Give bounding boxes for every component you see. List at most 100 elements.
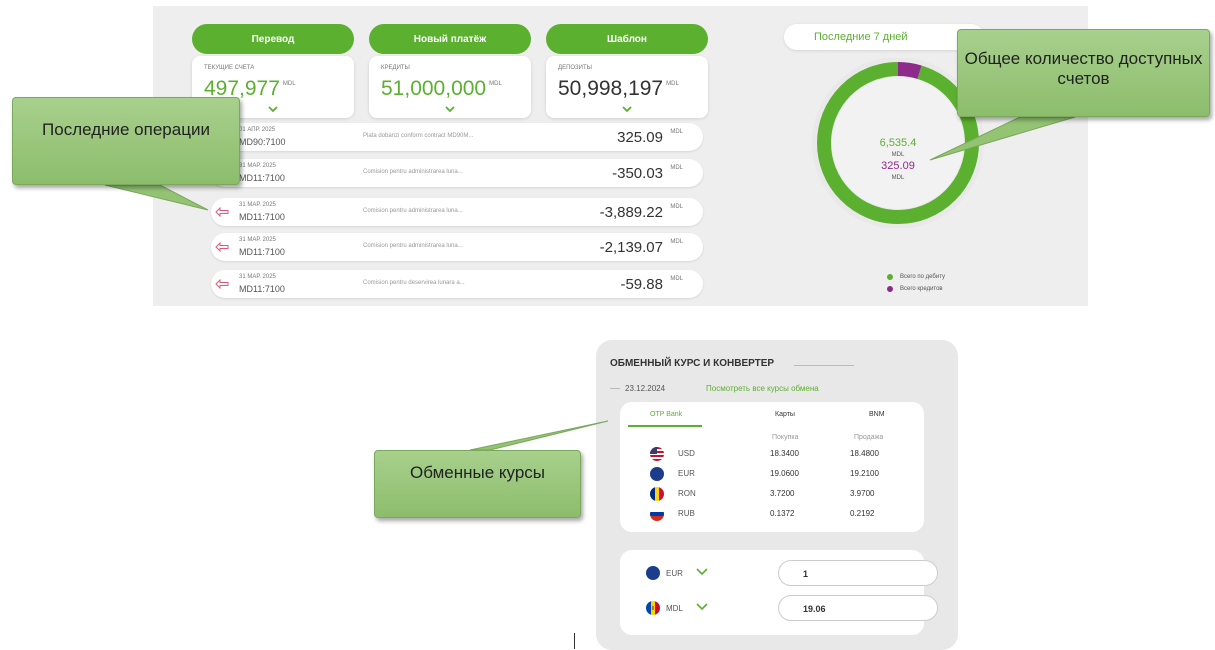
sell-rate: 18.4800 [850, 449, 879, 458]
all-rates-link[interactable]: Посмотреть все курсы обмена [706, 384, 819, 393]
converter-row: MDL 19.06 [620, 595, 938, 621]
operation-description: Comision pentru administrarea luna... [363, 243, 463, 249]
loans-card[interactable]: КРЕДИТЫ 51,000,000 MDL [369, 56, 531, 118]
callout-accounts-total: Общее количество доступных счетов [957, 29, 1210, 117]
rate-row: USD 18.3400 18.4800 [620, 445, 924, 463]
callout-recent-operations: Последние операции [12, 97, 240, 185]
buy-rate: 0.1372 [770, 509, 795, 518]
operation-date: 31 МАР. 2025 [239, 237, 276, 243]
card-label: КРЕДИТЫ [381, 65, 410, 71]
exchange-title: ОБМЕННЫЙ КУРС И КОНВЕРТЕР [610, 358, 775, 369]
amount-input-from[interactable]: 1 [778, 560, 938, 586]
legend-dot [887, 274, 893, 280]
ro-flag-icon [650, 487, 664, 501]
operation-currency: MDL [670, 165, 683, 171]
operation-amount: -2,139.07 [599, 239, 663, 256]
currency-code: RUB [678, 509, 695, 518]
operation-date: 01 АПР. 2025 [239, 127, 276, 133]
callout-exchange-rates: Обменные курсы [374, 450, 581, 518]
card-label: ТЕКУЩИЕ СЧЕТА [204, 65, 255, 71]
deposits-card[interactable]: ДЕПОЗИТЫ 50,998,197 MDL [546, 56, 708, 118]
operation-account: MD11:7100 [239, 247, 285, 257]
currency-code: RON [678, 489, 696, 498]
operation-currency: MDL [670, 239, 683, 245]
operation-row[interactable]: 31 МАР. 2025 MD11:7100 Comision pentru a… [211, 198, 703, 226]
chevron-down-icon[interactable] [268, 106, 278, 112]
operation-date: 31 МАР. 2025 [239, 163, 276, 169]
legend-credit: Всего кредитов [887, 286, 943, 292]
operation-date: 31 МАР. 2025 [239, 274, 276, 280]
new-payment-button[interactable]: Новый платёж [369, 24, 531, 54]
legend-dot [887, 286, 893, 292]
rate-row: EUR 19.0600 19.2100 [620, 465, 924, 483]
transfer-button[interactable]: Перевод [192, 24, 354, 54]
sell-rate: 0.2192 [850, 509, 875, 518]
operation-account: MD11:7100 [239, 173, 285, 183]
operation-account: MD11:7100 [239, 212, 285, 222]
card-label: ДЕПОЗИТЫ [558, 65, 592, 71]
operation-row[interactable]: 31 МАР. 2025 MD11:7100 Comision pentru d… [211, 270, 703, 298]
sell-column-header: Продажа [854, 434, 884, 441]
period-selector[interactable]: Последние 7 дней [784, 24, 984, 50]
converter-card: EUR 1 MDL 19.06 [620, 550, 938, 635]
currency-code: EUR [666, 569, 683, 578]
operation-row[interactable]: 01 АПР. 2025 MD90:7100 Plata dobanzi con… [211, 123, 703, 151]
currency-code: EUR [678, 469, 695, 478]
outgoing-arrow-icon [215, 242, 229, 252]
tab-cards[interactable]: Карты [775, 411, 795, 418]
us-flag-icon [650, 447, 664, 461]
card-value: 51,000,000 MDL [381, 77, 502, 100]
chevron-down-icon[interactable] [445, 106, 455, 112]
chevron-down-icon[interactable] [696, 603, 708, 611]
rates-card: OTP Bank Карты BNM Покупка Продажа USD 1… [620, 402, 924, 532]
debit-currency: MDL [892, 152, 905, 158]
currency-code: USD [678, 449, 695, 458]
legend-debit: Всего по дебиту [887, 274, 945, 280]
operation-description: Comision pentru administrarea luna... [363, 208, 463, 214]
tab-bnm[interactable]: BNM [869, 411, 885, 418]
credit-value: 325.09 [881, 160, 915, 172]
currency-code: MDL [666, 604, 683, 613]
amount-input-to[interactable]: 19.06 [778, 595, 938, 621]
sell-rate: 19.2100 [850, 469, 879, 478]
exchange-widget: ОБМЕННЫЙ КУРС И КОНВЕРТЕР 23.12.2024 Пос… [596, 340, 958, 650]
exchange-date: 23.12.2024 [625, 384, 666, 393]
converter-row: EUR 1 [620, 560, 938, 586]
md-flag-icon [646, 601, 660, 615]
buy-rate: 18.3400 [770, 449, 799, 458]
outgoing-arrow-icon [215, 279, 229, 289]
dashboard-panel: Перевод Новый платёж Шаблон ТЕКУЩИЕ СЧЕТ… [153, 6, 1088, 306]
chevron-down-icon[interactable] [622, 106, 632, 112]
operation-row[interactable]: 31 МАР. 2025 MD11:7100 Comision pentru a… [211, 233, 703, 261]
operation-description: Plata dobanzi conform contract MD90M... [363, 133, 474, 139]
eu-flag-icon [646, 566, 660, 580]
buy-column-header: Покупка [772, 434, 799, 441]
debit-value: 6,535.4 [880, 137, 917, 149]
operation-description: Comision pentru administrarea luna... [363, 169, 463, 175]
card-value: 50,998,197 MDL [558, 77, 679, 100]
divider [794, 365, 854, 366]
operation-currency: MDL [670, 129, 683, 135]
operation-date: 31 МАР. 2025 [239, 202, 276, 208]
operation-currency: MDL [670, 276, 683, 282]
operation-row[interactable]: 31 МАР. 2025 MD11:7100 Comision pentru a… [211, 159, 703, 187]
rate-row: RON 3.7200 3.9700 [620, 485, 924, 503]
sell-rate: 3.9700 [850, 489, 875, 498]
eu-flag-icon [650, 467, 664, 481]
operation-description: Comision pentru deservirea lunara a... [363, 280, 465, 286]
operation-amount: -59.88 [620, 276, 663, 293]
operation-account: MD11:7100 [239, 284, 285, 294]
chevron-down-icon[interactable] [696, 568, 708, 576]
buy-rate: 3.7200 [770, 489, 795, 498]
operation-currency: MDL [670, 204, 683, 210]
rate-row: RUB 0.1372 0.2192 [620, 505, 924, 523]
tab-otp-bank[interactable]: OTP Bank [650, 411, 682, 418]
operation-account: MD90:7100 [239, 137, 286, 147]
credit-currency: MDL [892, 175, 905, 181]
operation-amount: 325.09 [617, 129, 663, 146]
operation-amount: -350.03 [612, 165, 663, 182]
outgoing-arrow-icon [215, 207, 229, 217]
ru-flag-icon [650, 507, 664, 521]
text-cursor [574, 633, 575, 649]
template-button[interactable]: Шаблон [546, 24, 708, 54]
